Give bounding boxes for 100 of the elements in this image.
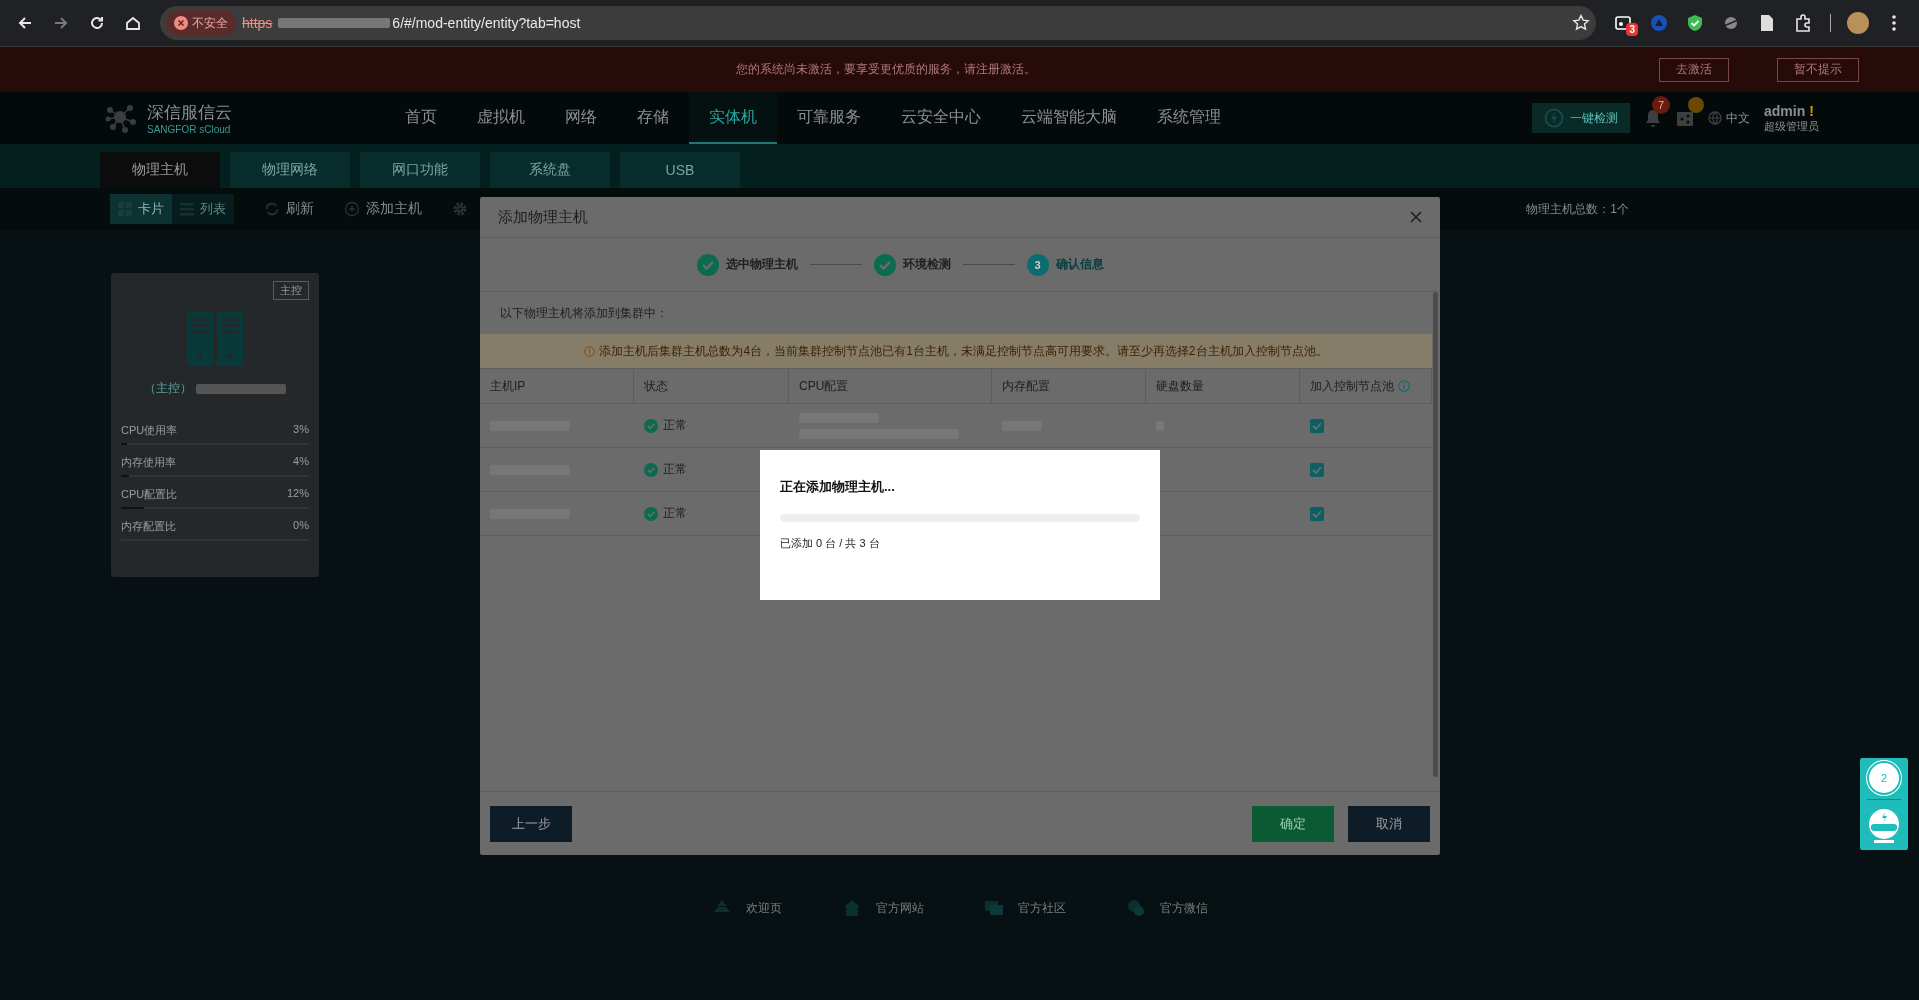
confirm-button[interactable]: 确定 bbox=[1252, 805, 1334, 842]
banner-button[interactable]: 暂不提示 bbox=[1777, 57, 1859, 82]
footer-link[interactable]: 欢迎页 bbox=[711, 898, 782, 918]
activation-message: 您的系统尚未激活，要享受更优质的服务，请注册激活。 bbox=[734, 61, 1037, 78]
step-label: 选中物理主机 bbox=[725, 256, 798, 273]
nav-item[interactable]: 网络 bbox=[545, 92, 617, 144]
document-icon[interactable] bbox=[1759, 14, 1775, 32]
error-icon bbox=[174, 16, 188, 30]
check-circle-icon bbox=[644, 506, 658, 521]
check-circle-icon bbox=[644, 418, 658, 433]
home-icon[interactable] bbox=[125, 15, 141, 31]
metric-value: 4% bbox=[293, 455, 309, 469]
tab[interactable]: 物理主机 bbox=[100, 152, 220, 188]
logo-icon bbox=[105, 102, 137, 134]
column-header: 内存配置 bbox=[1002, 377, 1050, 395]
camera-icon[interactable] bbox=[1615, 15, 1631, 31]
notification-badge: 7 bbox=[1652, 96, 1670, 114]
footer-link[interactable]: 官方微信 bbox=[1125, 898, 1208, 918]
status-text: 正常 bbox=[663, 417, 687, 434]
circle-icon[interactable] bbox=[1650, 14, 1668, 32]
plus-circle-icon bbox=[344, 201, 360, 217]
status-dot bbox=[1688, 97, 1704, 113]
language-label[interactable]: 中文 bbox=[1726, 109, 1750, 127]
footer-link[interactable]: 官方网站 bbox=[841, 898, 924, 918]
nav-item[interactable]: 存储 bbox=[617, 92, 689, 144]
nav-item[interactable]: 云端智能大脑 bbox=[1001, 92, 1137, 144]
url-text: 6/#/mod-entity/entity?tab=host bbox=[392, 15, 581, 31]
user-name[interactable]: admin bbox=[1764, 102, 1806, 119]
check-button[interactable]: 一键检测 bbox=[1532, 103, 1630, 133]
star-icon[interactable] bbox=[1572, 14, 1590, 32]
nav-item[interactable]: 虚拟机 bbox=[457, 92, 545, 144]
address-bar[interactable]: 不安全 https 6/#/mod-entity/entity?tab=host bbox=[160, 6, 1596, 40]
column-header: 状态 bbox=[644, 377, 668, 395]
banner-button[interactable]: 去激活 bbox=[1659, 57, 1729, 82]
back-button[interactable]: 上一步 bbox=[490, 805, 572, 842]
logo-subtitle: SANGFOR sCloud bbox=[147, 124, 232, 135]
close-icon[interactable] bbox=[1410, 211, 1422, 223]
metric-value: 3% bbox=[293, 423, 309, 437]
tab[interactable]: 物理网络 bbox=[230, 152, 350, 188]
refresh-icon bbox=[264, 201, 280, 217]
column-header: CPU配置 bbox=[799, 377, 849, 395]
scrollbar[interactable] bbox=[1433, 292, 1438, 777]
security-chip[interactable]: 不安全 bbox=[166, 10, 236, 36]
metric-label: CPU配置比 bbox=[121, 487, 178, 502]
nav-item[interactable]: 云安全中心 bbox=[881, 92, 1001, 144]
avatar-icon[interactable] bbox=[1847, 12, 1869, 34]
step-label: 环境检测 bbox=[902, 256, 951, 273]
chat-icon bbox=[983, 898, 1004, 918]
tab[interactable]: 网口功能 bbox=[360, 152, 480, 188]
host-card[interactable]: 主控 （主控） CPU使用率 3% 内存使用率 4% CPU配置比 12% 内存配置比 0% bbox=[111, 273, 319, 577]
checkbox[interactable] bbox=[1310, 506, 1324, 521]
column-header: 加入控制节点池 bbox=[1310, 377, 1394, 395]
column-header: 硬盘数量 bbox=[1156, 377, 1204, 395]
warning-mark: ! bbox=[1809, 102, 1814, 119]
shield-icon[interactable] bbox=[1686, 14, 1704, 32]
puzzle-icon[interactable] bbox=[1794, 14, 1812, 32]
checkbox[interactable] bbox=[1310, 462, 1324, 477]
nav-item[interactable]: 首页 bbox=[385, 92, 457, 144]
planet-icon[interactable] bbox=[1723, 15, 1739, 31]
nav-item[interactable]: 实体机 bbox=[689, 92, 777, 144]
server-icon bbox=[187, 312, 243, 366]
dialog-title: 添加物理主机 bbox=[498, 207, 588, 227]
warning-text: 添加主机后集群主机总数为4台，当前集群控制节点池已有1台主机，未满足控制节点高可用要求。请至少再选择2台主机加入控制节点池。 bbox=[599, 342, 1328, 360]
bolt-icon bbox=[1544, 108, 1564, 128]
host-name: （主控） bbox=[144, 380, 192, 397]
info-icon bbox=[584, 345, 596, 357]
toolbar-button[interactable]: 刷新 bbox=[264, 200, 314, 218]
metric-label: CPU使用率 bbox=[121, 423, 178, 438]
progress-title: 正在添加物理主机... bbox=[780, 478, 896, 496]
view-toggle[interactable]: 列表 bbox=[172, 194, 234, 224]
footer-link[interactable]: 官方社区 bbox=[983, 898, 1066, 918]
intro-text: 以下物理主机将添加到集群中： bbox=[499, 304, 669, 322]
tab[interactable]: USB bbox=[620, 152, 740, 188]
forward-icon[interactable] bbox=[53, 15, 69, 31]
tab[interactable]: 系统盘 bbox=[490, 152, 610, 188]
url-text: https bbox=[242, 15, 273, 31]
metric-label: 内存使用率 bbox=[121, 455, 176, 470]
logo-name: 深信服信云 bbox=[147, 102, 232, 124]
security-label: 不安全 bbox=[192, 14, 228, 32]
user-role: 超级管理员 bbox=[1764, 118, 1819, 134]
notification-badge: 3 bbox=[1626, 23, 1638, 36]
nav-item[interactable]: 系统管理 bbox=[1137, 92, 1241, 144]
back-icon[interactable] bbox=[17, 15, 33, 31]
role-tag: 主控 bbox=[273, 281, 309, 300]
toolbar-button[interactable]: 添加主机 bbox=[344, 200, 422, 218]
view-toggle[interactable]: 卡片 bbox=[110, 194, 172, 224]
reload-icon[interactable] bbox=[89, 15, 105, 31]
check-circle-icon bbox=[644, 462, 658, 477]
status-text: 正常 bbox=[663, 505, 687, 522]
nav-item[interactable]: 可靠服务 bbox=[777, 92, 881, 144]
step-label: 确认信息 bbox=[1055, 256, 1104, 273]
progress-text: 已添加 0 台 / 共 3 台 bbox=[780, 536, 881, 551]
host-total: 物理主机总数：1个 bbox=[1526, 200, 1629, 218]
column-header: 主机IP bbox=[490, 377, 526, 395]
metric-value: 12% bbox=[286, 487, 309, 501]
menu-icon[interactable] bbox=[1892, 15, 1896, 31]
step-number: 3 bbox=[1026, 253, 1049, 276]
checkbox[interactable] bbox=[1310, 418, 1324, 433]
cancel-button[interactable]: 取消 bbox=[1348, 805, 1430, 842]
status-text: 正常 bbox=[663, 461, 687, 478]
